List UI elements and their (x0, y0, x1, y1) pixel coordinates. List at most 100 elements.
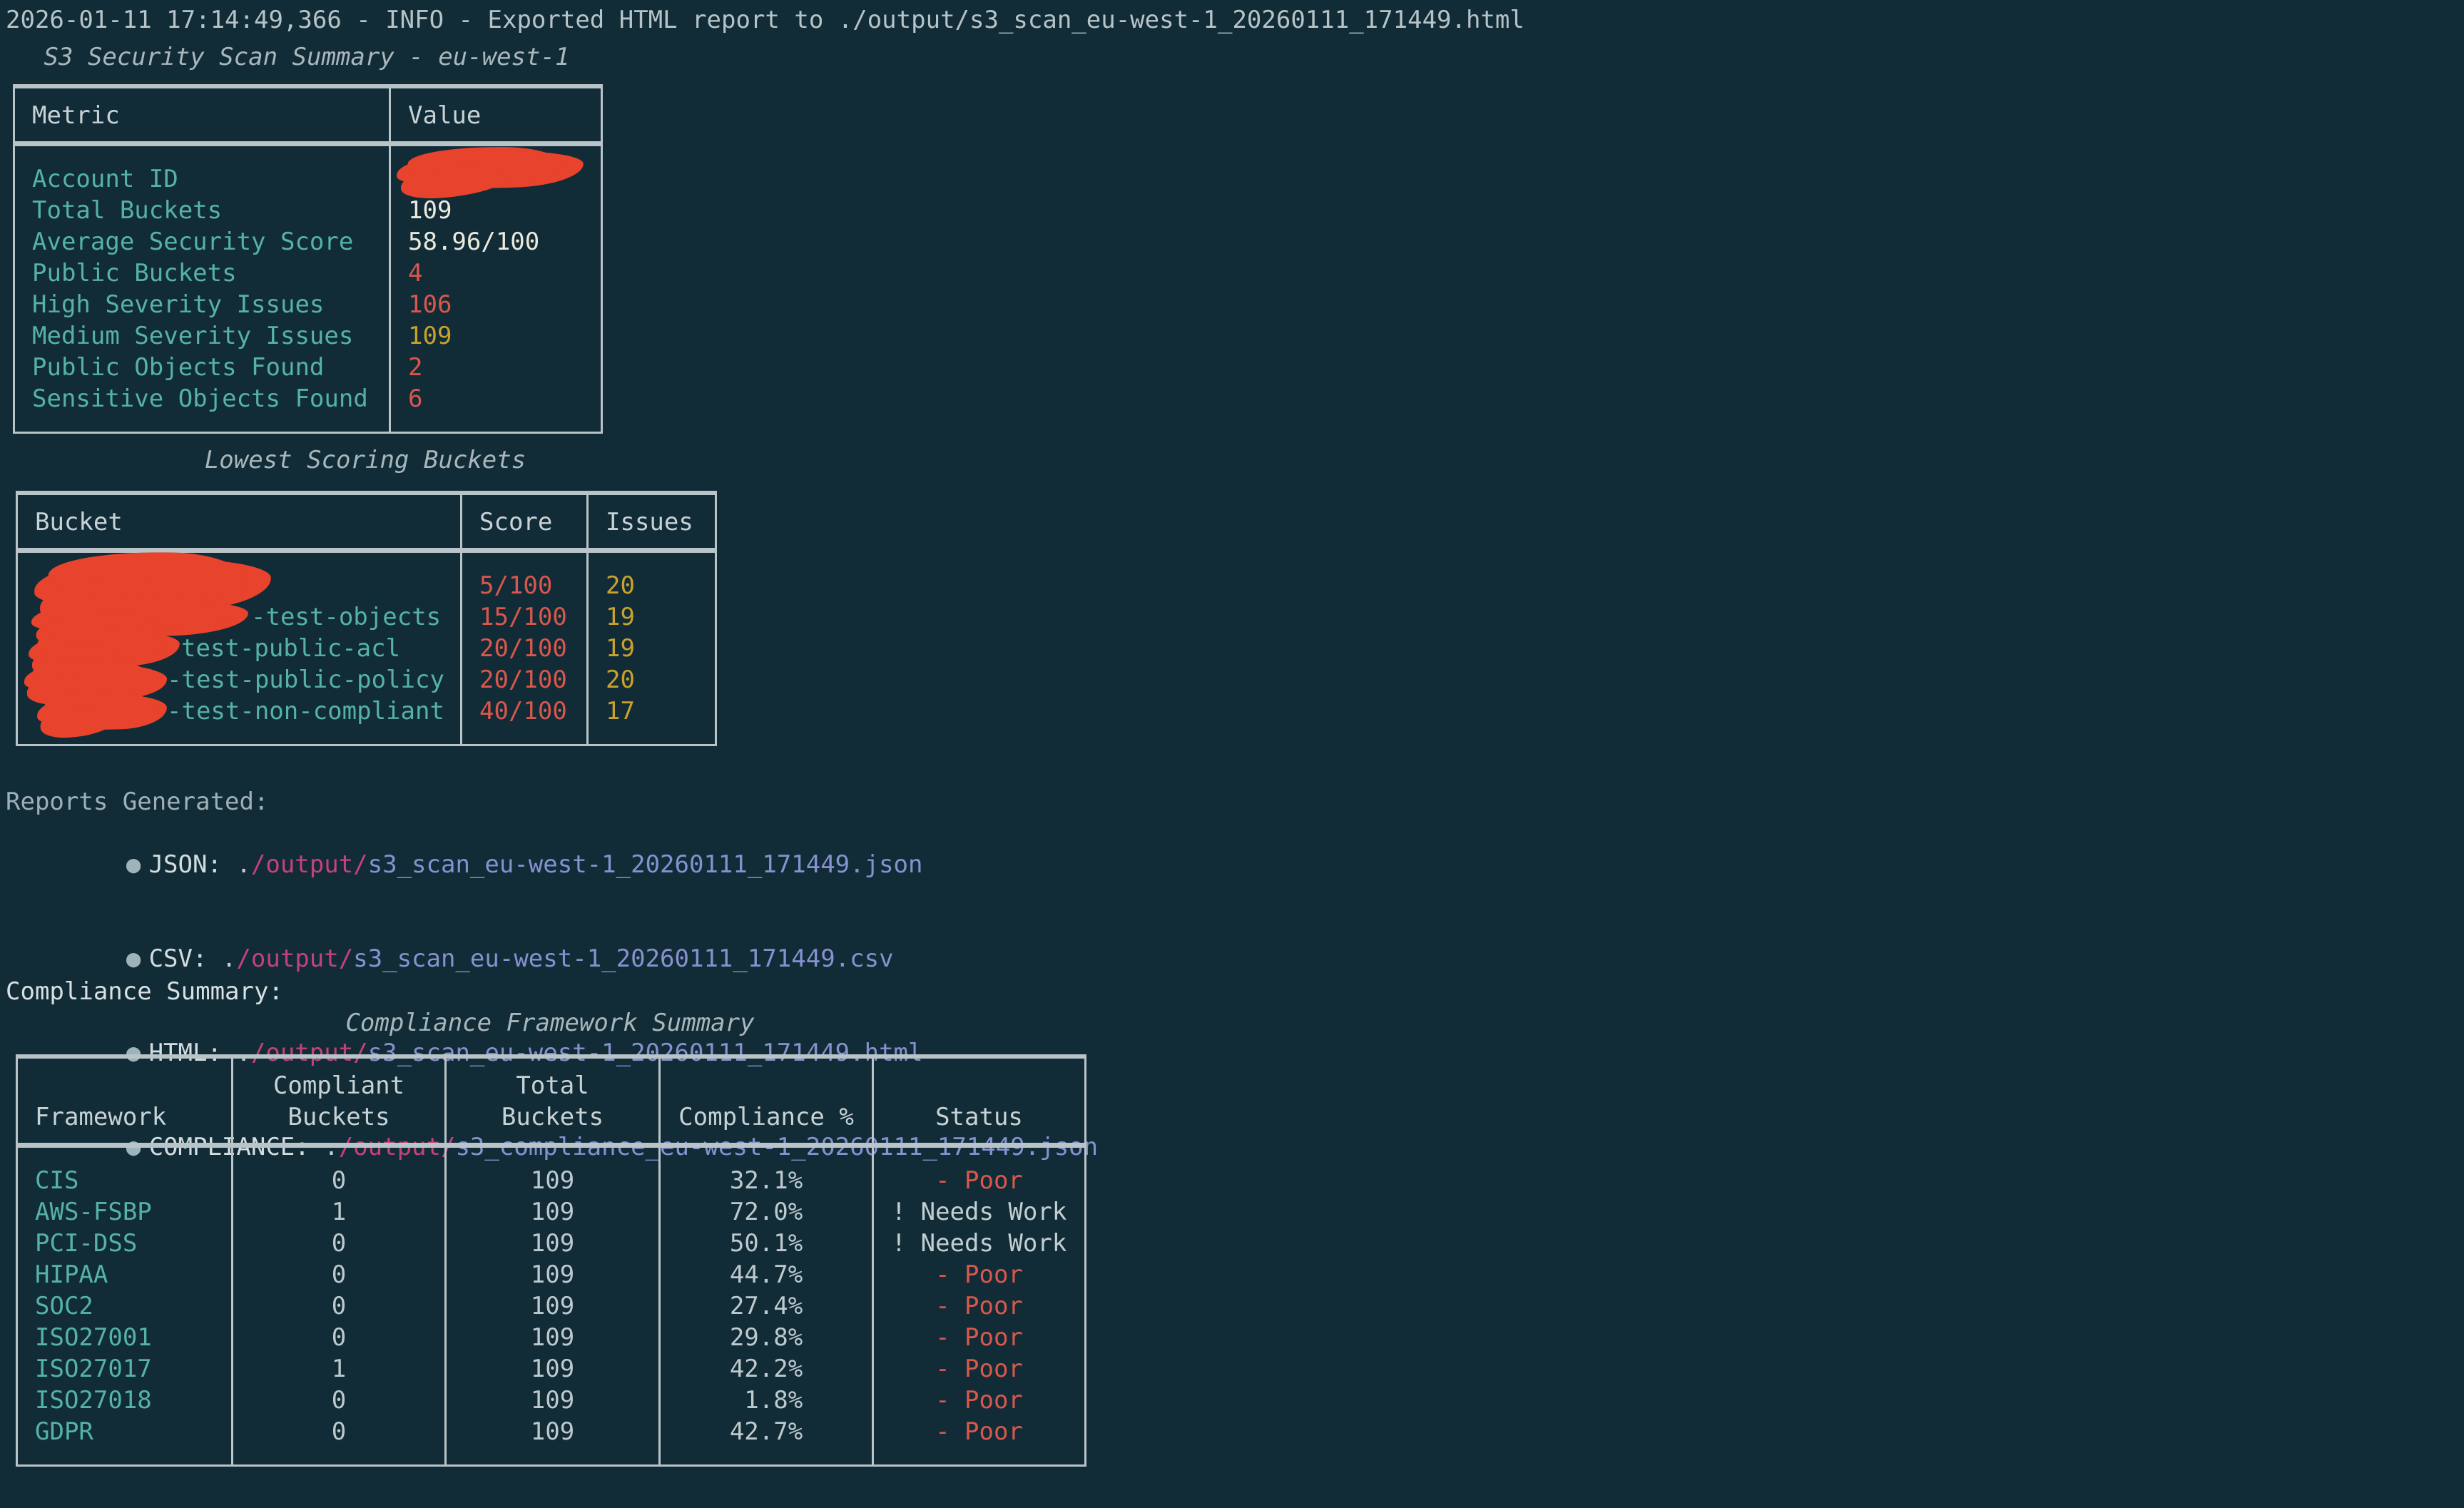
status-badge: - Poor (873, 1322, 1086, 1353)
compliance-pct: 27.4% (660, 1290, 873, 1322)
compliant-count: 0 (233, 1228, 446, 1259)
framework-name: ISO27001 (17, 1322, 233, 1353)
status-badge: ! Needs Work (873, 1196, 1086, 1228)
compliant-count: 1 (233, 1196, 446, 1228)
bucket-score: 40/100 (462, 696, 588, 745)
bucket-issues: 20 (588, 551, 716, 602)
metric-label: Public Buckets (14, 258, 390, 289)
table-row: Sensitive Objects Found 6 (14, 383, 602, 433)
status-badge: - Poor (873, 1259, 1086, 1290)
column-header-total-buckets: Total Buckets (446, 1056, 660, 1146)
status-badge: - Poor (873, 1146, 1086, 1197)
bullet-icon: ● (126, 850, 141, 879)
compliance-pct: 32.1% (660, 1146, 873, 1197)
metric-label: Medium Severity Issues (14, 320, 390, 352)
metric-label: Sensitive Objects Found (14, 383, 390, 433)
compliant-count: 0 (233, 1416, 446, 1466)
report-path-file: s3_scan_eu-west-1_20260111_171449.json (368, 850, 923, 879)
metric-label: Total Buckets (14, 195, 390, 226)
column-header-bucket: Bucket (17, 493, 462, 551)
metric-value: 58.96/100 (390, 226, 602, 258)
column-header-framework: Framework (17, 1056, 233, 1146)
compliant-count: 0 (233, 1322, 446, 1353)
status-badge: - Poor (873, 1416, 1086, 1466)
bullet-icon: ● (126, 944, 141, 973)
framework-name: ISO27017 (17, 1353, 233, 1385)
scan-summary-title: S3 Security Scan Summary - eu-west-1 (13, 41, 601, 73)
report-path-prefix: . (236, 850, 250, 879)
status-badge: - Poor (873, 1385, 1086, 1416)
total-count: 109 (446, 1416, 660, 1466)
report-label: CSV: (149, 944, 208, 973)
bucket-issues: 19 (588, 601, 716, 633)
framework-name: HIPAA (17, 1259, 233, 1290)
table-row: CIS 0 109 32.1% - Poor (17, 1146, 1086, 1197)
report-path-dir: /output/ (251, 850, 368, 879)
total-count: 109 (446, 1259, 660, 1290)
table-row: AWS-FSBP 1 109 72.0% ! Needs Work (17, 1196, 1086, 1228)
compliance-pct: 44.7% (660, 1259, 873, 1290)
metric-value: 4 (390, 258, 602, 289)
framework-name: AWS-FSBP (17, 1196, 233, 1228)
total-count: 109 (446, 1290, 660, 1322)
metric-value: 106 (390, 289, 602, 320)
compliance-summary-heading: Compliance Summary: (6, 976, 283, 1007)
table-row: SOC2 0 109 27.4% - Poor (17, 1290, 1086, 1322)
compliance-framework-title: Compliance Framework Summary (16, 1007, 1084, 1039)
compliance-pct: 42.7% (660, 1416, 873, 1466)
bucket-issues: 20 (588, 664, 716, 696)
total-count: 109 (446, 1228, 660, 1259)
report-path-dir: /output/ (236, 944, 353, 973)
framework-name: ISO27018 (17, 1385, 233, 1416)
framework-name: GDPR (17, 1416, 233, 1466)
framework-name: PCI-DSS (17, 1228, 233, 1259)
compliant-count: 0 (233, 1385, 446, 1416)
compliance-pct: 1.8% (660, 1385, 873, 1416)
compliance-pct: 42.2% (660, 1353, 873, 1385)
metric-value: 2 (390, 352, 602, 383)
bucket-issues: 17 (588, 696, 716, 745)
column-header-compliance-pct: Compliance % (660, 1056, 873, 1146)
table-row: HIPAA 0 109 44.7% - Poor (17, 1259, 1086, 1290)
list-item: ● JSON:./output/s3_scan_eu-west-1_2026011… (39, 817, 1098, 912)
column-header-issues: Issues (588, 493, 716, 551)
table-header-row: Metric Value (14, 86, 602, 144)
bucket-score: 5/100 (462, 551, 588, 602)
bucket-score: 20/100 (462, 664, 588, 696)
column-header-status: Status (873, 1056, 1086, 1146)
total-count: 109 (446, 1353, 660, 1385)
terminal-screen: 2026-01-11 17:14:49,366 - INFO - Exporte… (0, 0, 2464, 1508)
table-row: High Severity Issues 106 (14, 289, 602, 320)
metric-value: 109 (390, 195, 602, 226)
table-row: ISO27001 0 109 29.8% - Poor (17, 1322, 1086, 1353)
bucket-issues: 19 (588, 633, 716, 664)
total-count: 109 (446, 1196, 660, 1228)
bucket-score: 15/100 (462, 601, 588, 633)
column-header-value: Value (390, 86, 602, 144)
report-label: JSON: (149, 850, 222, 879)
metric-label: Public Objects Found (14, 352, 390, 383)
table-row: PCI-DSS 0 109 50.1% ! Needs Work (17, 1228, 1086, 1259)
compliant-count: 1 (233, 1353, 446, 1385)
bucket-score: 20/100 (462, 633, 588, 664)
lowest-scoring-title: Lowest Scoring Buckets (16, 444, 715, 476)
compliant-count: 0 (233, 1290, 446, 1322)
table-header-row: Bucket Score Issues (17, 493, 716, 551)
metric-value: 6 (390, 383, 602, 433)
compliance-pct: 72.0% (660, 1196, 873, 1228)
metric-label: Average Security Score (14, 226, 390, 258)
status-badge: ! Needs Work (873, 1228, 1086, 1259)
table-row: Public Buckets 4 (14, 258, 602, 289)
metric-label: Account ID (14, 144, 390, 195)
column-header-metric: Metric (14, 86, 390, 144)
status-badge: - Poor (873, 1290, 1086, 1322)
metric-label: High Severity Issues (14, 289, 390, 320)
compliant-count: 0 (233, 1146, 446, 1197)
table-row: ISO27017 1 109 42.2% - Poor (17, 1353, 1086, 1385)
table-row: ISO27018 0 109 1.8% - Poor (17, 1385, 1086, 1416)
report-path-file: s3_scan_eu-west-1_20260111_171449.csv (353, 944, 893, 973)
table-header-row: Framework Compliant Buckets Total Bucket… (17, 1056, 1086, 1146)
table-row: Average Security Score 58.96/100 (14, 226, 602, 258)
report-path-prefix: . (222, 944, 236, 973)
total-count: 109 (446, 1146, 660, 1197)
